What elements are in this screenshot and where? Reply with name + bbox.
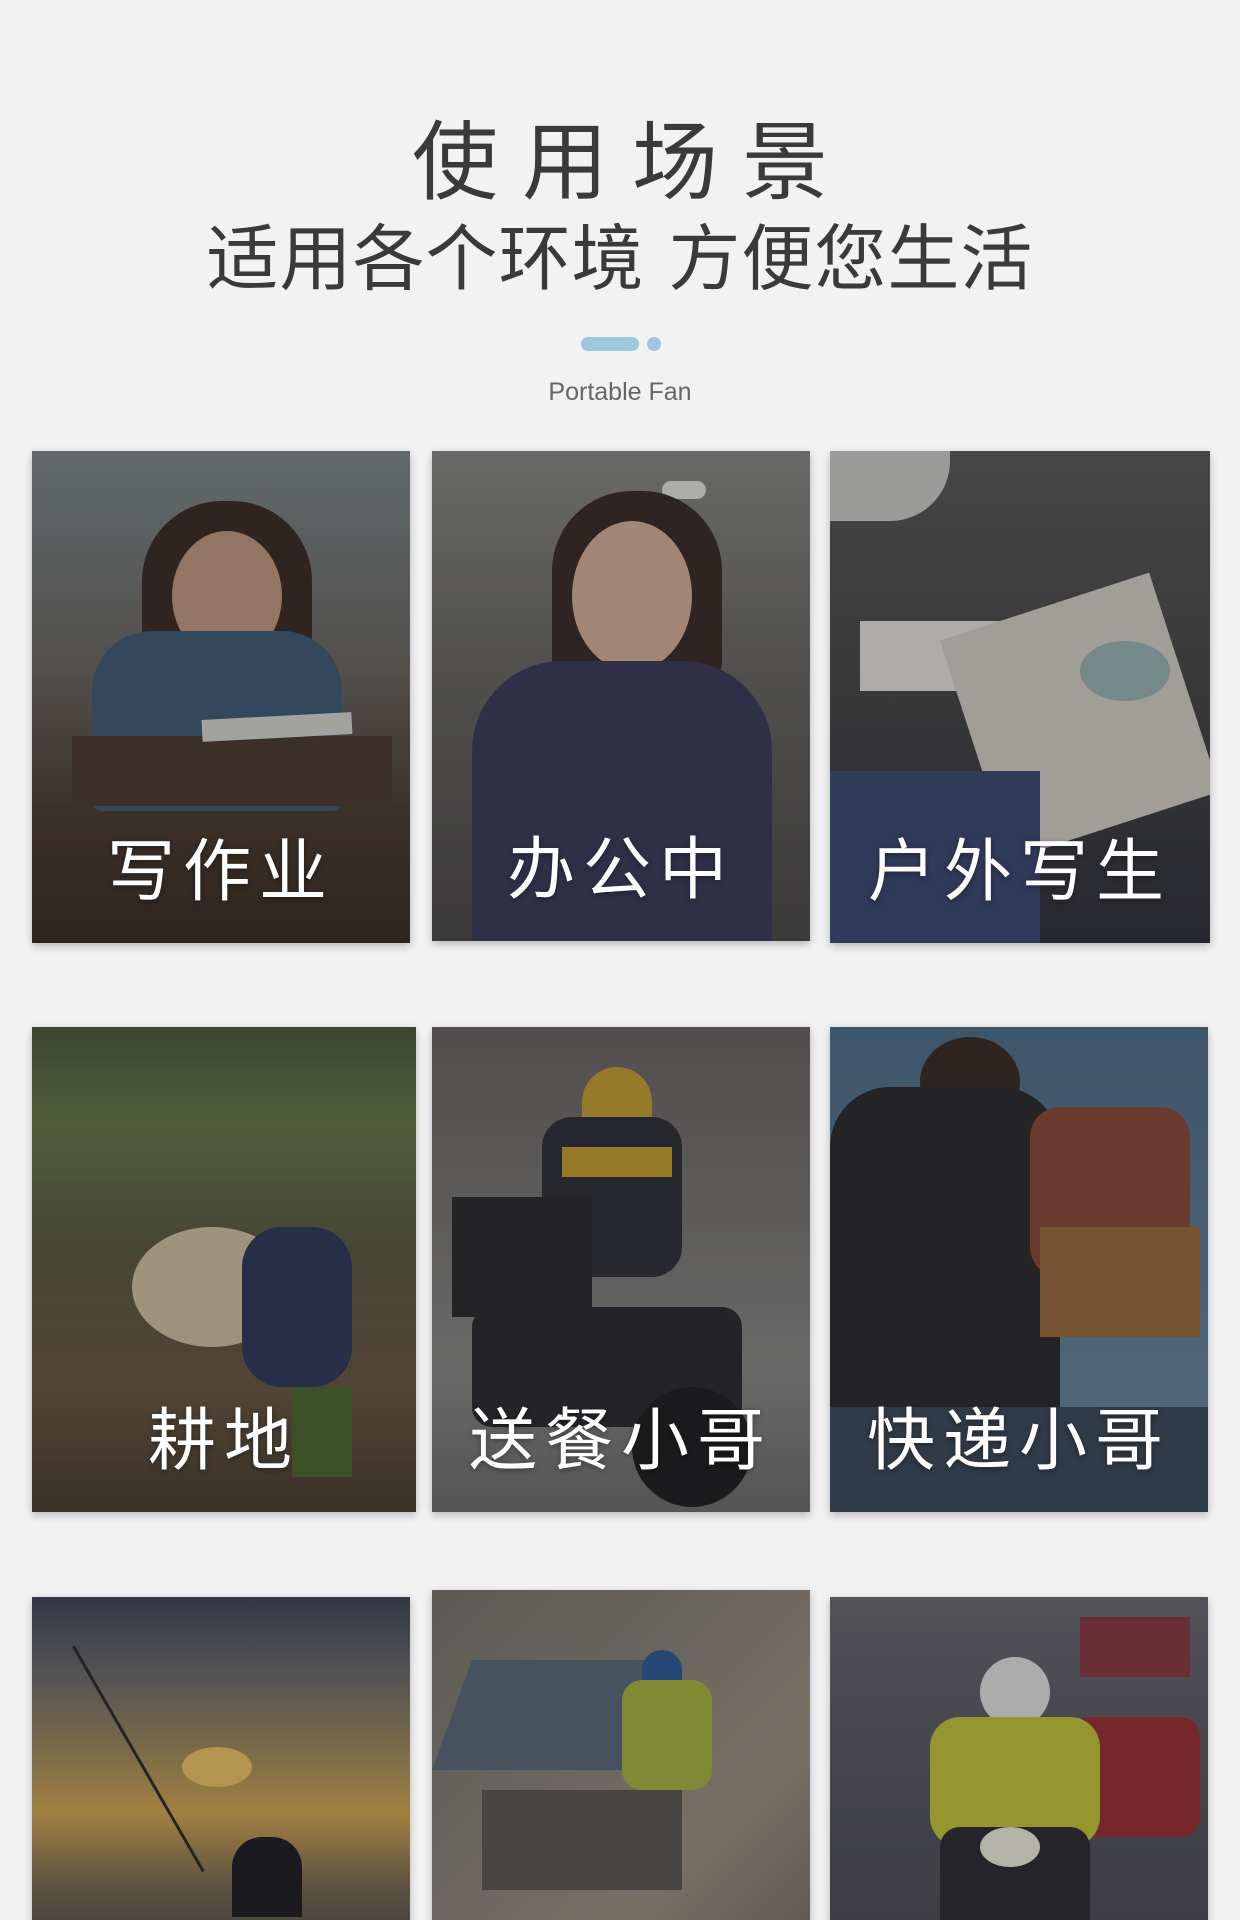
scene-label: 快递小哥: [866, 1402, 1171, 1481]
scene-label: 写作业: [106, 833, 335, 912]
scene-card-construction[interactable]: [432, 1590, 810, 1920]
tagline: Portable Fan: [548, 378, 692, 406]
scene-card-food-delivery[interactable]: 送餐小哥: [432, 1027, 810, 1512]
scene-card-sketching[interactable]: 户外写生: [830, 451, 1210, 943]
page-subtitle: 适用各个环境 方便您生活: [206, 217, 1034, 301]
scene-label: 送餐小哥: [468, 1402, 773, 1481]
scene-card-office[interactable]: 办公中: [432, 451, 810, 941]
scene-label: 耕地: [147, 1402, 300, 1481]
scene-card-homework[interactable]: 写作业: [32, 451, 410, 943]
page-title: 使用场景: [412, 113, 852, 213]
scene-label: 办公中: [506, 831, 735, 910]
scene-card-farming[interactable]: 耕地: [32, 1027, 416, 1512]
divider-bar: [581, 337, 639, 351]
divider-dot: [647, 337, 661, 351]
scene-card-fishing[interactable]: [32, 1597, 410, 1920]
scene-label: 户外写生: [867, 833, 1172, 912]
scene-card-courier[interactable]: 快递小哥: [830, 1027, 1208, 1512]
scene-card-police[interactable]: [830, 1597, 1208, 1920]
